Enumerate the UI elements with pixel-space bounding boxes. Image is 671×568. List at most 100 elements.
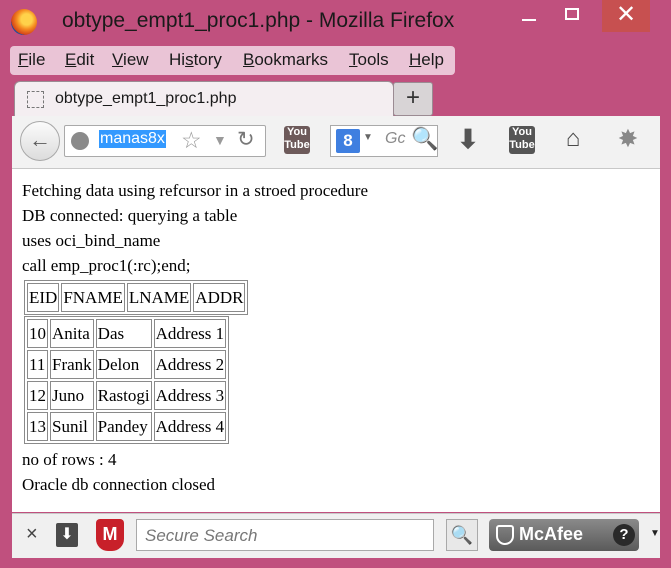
content-line-2: DB connected: querying a table [22,206,238,225]
title-bar: obtype_empt1_proc1.php - Mozilla Firefox… [0,0,671,44]
page-placeholder-icon [27,91,44,108]
firefox-window: obtype_empt1_proc1.php - Mozilla Firefox… [0,0,671,568]
menu-tools-accel: T [349,50,358,69]
minimize-icon [522,19,536,21]
search-placeholder: Gc [385,130,406,147]
table-row: 11 Frank Delon Address 2 [27,350,227,379]
header-fname: FNAME [61,283,125,312]
menu-history[interactable]: History [169,50,222,70]
cell-eid: 11 [27,350,48,379]
back-button[interactable]: ← [20,121,60,161]
secure-search-input[interactable]: Secure Search [136,519,434,551]
menu-bookmarks[interactable]: Bookmarks [243,50,328,70]
content-line-1: Fetching data using refcursor in a stroe… [22,181,369,200]
minimize-button[interactable] [512,0,546,32]
maximize-button[interactable] [556,0,590,32]
menu-bookmarks-label: ookmarks [254,50,329,69]
connection-closed-text: Oracle db connection closed [22,475,216,494]
mcafee-logo-icon [496,525,514,545]
cell-fname: Sunil [50,412,94,441]
menu-help-label: elp [421,50,444,69]
row-count-text: no of rows : 4 [22,450,117,469]
menu-history-accel: s [185,50,194,69]
close-window-button[interactable]: ✕ [602,0,650,32]
menu-file-label: ile [28,50,46,69]
secure-search-button[interactable]: 🔍 [446,519,478,551]
menu-help-accel: H [409,50,422,69]
menu-view-accel: V [112,50,124,69]
menu-file[interactable]: File [18,50,45,70]
youtube-icon[interactable]: You Tube [284,126,310,154]
menu-history-label: tory [193,50,222,69]
header-table: EID FNAME LNAME ADDR [24,280,249,315]
cell-lname: Das [95,319,152,348]
menu-edit[interactable]: Edit [65,50,94,70]
search-box[interactable]: 8 ▼ Gc 🔍 [330,125,438,157]
download-icon[interactable]: ⬇ [456,126,480,154]
cell-lname: Pandey [95,412,152,441]
cell-addr: Address 3 [153,381,227,410]
content-line-4: call emp_proc1(:rc);end; [22,256,191,275]
cell-eid: 10 [27,319,48,348]
menu-tools[interactable]: Tools [349,50,389,70]
youtube-downloader-icon[interactable]: You Tube [509,126,535,154]
header-row: EID FNAME LNAME ADDR [27,283,246,312]
menu-bar: File Edit View History Bookmarks Tools H… [10,46,455,75]
cell-fname: Anita [50,319,94,348]
search-icon[interactable]: 🔍 [411,126,438,152]
home-icon[interactable]: ⌂ [560,126,586,154]
tab-label: obtype_empt1_proc1.php [55,90,237,107]
url-bar[interactable]: manas8x ☆ ▼ ↻ [64,125,266,157]
help-icon[interactable]: ? [613,524,635,546]
menu-bookmarks-accel: B [243,50,255,69]
url-dropdown-icon[interactable]: ▼ [213,132,227,148]
table-row: 13 Sunil Pandey Address 4 [27,412,227,441]
cell-fname: Frank [50,350,94,379]
bottom-toolbar: × ⬇ M Secure Search 🔍 McAfee ? ▼ [12,513,660,558]
search-engine-icon[interactable]: 8 [336,129,360,153]
tab-active[interactable]: obtype_empt1_proc1.php [14,81,394,118]
table-row: 10 Anita Das Address 1 [27,319,227,348]
search-engine-dropdown-icon[interactable]: ▼ [363,132,373,143]
menu-view-label: iew [123,50,149,69]
reload-icon[interactable]: ↻ [237,127,255,152]
close-toolbar-icon[interactable]: × [26,523,38,546]
menu-tools-label: ools [357,50,389,69]
maximize-icon [565,8,579,20]
menu-edit-label: dit [76,50,95,69]
page-content: Fetching data using refcursor in a stroe… [12,169,660,512]
content-line-3: uses oci_bind_name [22,231,161,250]
bookmark-star-icon[interactable]: ☆ [181,127,202,154]
mcafee-label: McAfee [519,524,584,544]
url-text[interactable]: manas8x [99,130,166,148]
data-table: 10 Anita Das Address 1 11 Frank Delon Ad… [24,316,230,444]
navigation-toolbar: ← manas8x ☆ ▼ ↻ You Tube 8 ▼ Gc 🔍 ⬇ You … [12,116,660,169]
menu-file-accel: F [18,50,29,69]
cell-addr: Address 2 [153,350,227,379]
download-manager-icon[interactable]: ⬇ [56,523,78,547]
cell-eid: 13 [27,412,48,441]
header-eid: EID [27,283,60,312]
cell-fname: Juno [50,381,94,410]
cell-addr: Address 4 [153,412,227,441]
globe-icon [71,132,89,150]
cell-addr: Address 1 [153,319,227,348]
window-title: obtype_empt1_proc1.php - Mozilla Firefox [62,9,455,32]
menu-history-pre: Hi [169,50,186,69]
menu-view[interactable]: View [112,50,149,70]
toolbar-overflow-icon[interactable]: ▼ [650,528,660,539]
cell-lname: Rastogi [95,381,152,410]
mcafee-shield-icon[interactable]: M [96,519,124,551]
table-row: 12 Juno Rastogi Address 3 [27,381,227,410]
extension-icon[interactable]: ✸ [615,126,641,154]
header-lname: LNAME [126,283,192,312]
header-addr: ADDR [193,283,246,312]
new-tab-button[interactable]: + [393,82,433,116]
mcafee-button[interactable]: McAfee ? [489,519,639,551]
cell-lname: Delon [95,350,152,379]
cell-eid: 12 [27,381,48,410]
menu-edit-accel: E [65,50,77,69]
secure-search-placeholder: Secure Search [145,526,258,545]
firefox-logo-icon [11,9,37,35]
menu-help[interactable]: Help [409,50,444,70]
